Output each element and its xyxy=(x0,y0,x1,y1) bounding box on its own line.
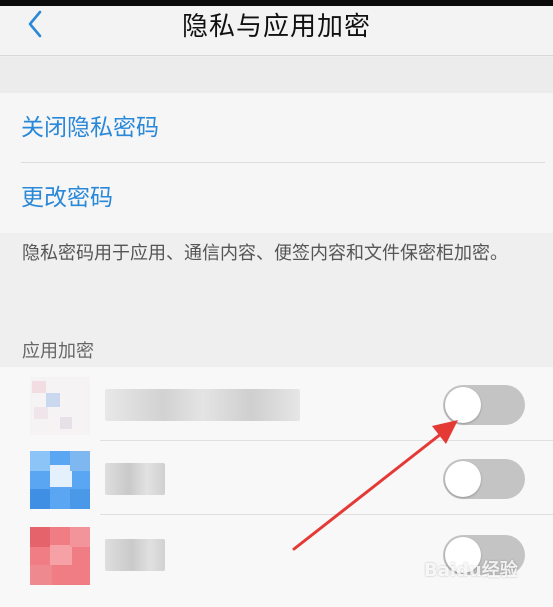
change-password-item[interactable]: 更改密码 xyxy=(0,163,553,233)
app-lock-toggle[interactable] xyxy=(443,385,525,425)
toggle-knob xyxy=(445,387,481,423)
app-name-blurred xyxy=(105,389,300,421)
close-privacy-password-item[interactable]: 关闭隐私密码 xyxy=(0,93,553,163)
app-lock-toggle[interactable] xyxy=(443,459,525,499)
divider xyxy=(100,514,553,515)
app-encryption-section-label: 应用加密 xyxy=(22,341,94,362)
app-name-blurred xyxy=(105,539,165,571)
app-icon-blurred xyxy=(30,377,90,435)
watermark: Baidu经验 xyxy=(424,560,518,581)
toggle-knob xyxy=(445,461,481,497)
app-icon-blurred xyxy=(30,527,90,585)
header: 隐私与应用加密 xyxy=(0,6,553,56)
list-item[interactable] xyxy=(0,367,553,441)
page-title: 隐私与应用加密 xyxy=(181,12,371,42)
privacy-password-description: 隐私密码用于应用、通信内容、便签内容和文件保密柜加密。 xyxy=(22,243,508,264)
section-gap xyxy=(0,57,553,93)
app-name-blurred xyxy=(105,463,165,495)
list-item[interactable] xyxy=(0,441,553,515)
password-settings-group: 关闭隐私密码 更改密码 xyxy=(0,93,553,233)
app-icon-blurred xyxy=(30,451,90,509)
